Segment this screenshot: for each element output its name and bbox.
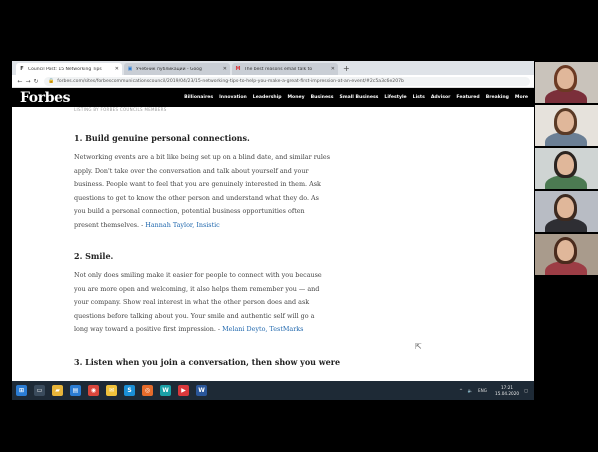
section-paragraph: Networking events are a bit like being s… (74, 151, 376, 233)
mouse-cursor-icon: ⇱ (415, 342, 422, 351)
author-link[interactable]: Hannah Taylor, Insistic (145, 221, 220, 229)
forward-arrow-icon[interactable]: → (24, 78, 32, 85)
nav-item-billionaires[interactable]: Billionaires (184, 95, 213, 100)
shared-screen: F Council Post: 15 Networking Tips ✕ ▣ У… (12, 61, 534, 400)
nav-item-small-business[interactable]: Small Business (340, 95, 379, 100)
close-icon[interactable]: ✕ (115, 66, 119, 72)
tab-gmail[interactable]: M The best reasons email talk to ✕ (232, 63, 338, 75)
participant-face (557, 111, 574, 132)
word-icon[interactable]: W (196, 385, 207, 396)
mail-icon[interactable]: ✉ (106, 385, 117, 396)
nav-item-leadership[interactable]: Leadership (253, 95, 282, 100)
clock-date: 15.04.2020 (495, 390, 520, 396)
paragraph-line: Not only does smiling make it easier for… (74, 271, 322, 279)
paragraph-line: present themselves. - Hannah Taylor, Ins… (74, 219, 376, 233)
nav-item-featured[interactable]: Featured (456, 95, 479, 100)
address-bar: ← → ↻ 🔒 forbes.com/sites/forbescommunica… (12, 75, 534, 88)
paragraph-line: you build a personal connection, potenti… (74, 207, 305, 216)
participant-video-tile[interactable] (535, 62, 598, 103)
gmail-favicon-icon: M (235, 66, 241, 72)
forbes-nav: Billionaires Innovation Leadership Money… (178, 95, 534, 100)
lock-icon: 🔒 (48, 78, 55, 84)
nav-item-business[interactable]: Business (311, 95, 334, 100)
video-participants (535, 62, 598, 277)
task-view-icon[interactable]: ▭ (34, 385, 45, 396)
skype-icon[interactable]: S (124, 385, 135, 396)
section-heading: 2. Smile. (74, 251, 114, 261)
nav-item-advisor[interactable]: Advisor (431, 95, 451, 100)
author-link[interactable]: Melani Deyto, TestMarks (222, 325, 303, 333)
taskbar-icons: ⊞ ▭ ▰ ▤ ◉ ✉ S ◎ W ▶ W (16, 385, 214, 396)
section-heading: 1. Build genuine personal connections. (74, 133, 250, 143)
paragraph-line: your company. Show real interest in what… (74, 298, 310, 307)
firefox-icon[interactable]: ◎ (142, 385, 153, 396)
tray-arrow-icon[interactable]: ^ (459, 388, 463, 393)
image-caption: LISTING BY FORBES COUNCILS MEMBERS (74, 107, 167, 112)
app-tile-icon[interactable]: W (160, 385, 171, 396)
media-icon[interactable]: ▶ (178, 385, 189, 396)
participant-video-tile[interactable] (535, 148, 598, 189)
nav-item-lists[interactable]: Lists (413, 95, 425, 100)
tab-google-doc[interactable]: ▣ Учебник публикации - Goog ✕ (124, 63, 230, 75)
paragraph-text: present themselves. - (74, 220, 146, 229)
paragraph-line: Networking events are a bit like being s… (74, 153, 330, 161)
windows-taskbar: ⊞ ▭ ▰ ▤ ◉ ✉ S ◎ W ▶ W ^ 🔈 ENG 17:21 15.04.2020 ▢ (12, 381, 534, 400)
notification-icon[interactable]: ▢ (524, 388, 528, 393)
close-icon[interactable]: ✕ (331, 66, 335, 72)
participant-face (557, 68, 574, 89)
paragraph-line: questions before talking about you. Your… (74, 311, 315, 320)
paragraph-line: business. People want to feel that you a… (74, 180, 321, 189)
speaker-icon[interactable]: 🔈 (468, 388, 473, 394)
article-body: LISTING BY FORBES COUNCILS MEMBERS 1. Bu… (12, 107, 534, 381)
system-tray: ^ 🔈 ENG 17:21 15.04.2020 ▢ (454, 385, 534, 396)
nav-item-breaking[interactable]: Breaking (486, 95, 509, 100)
nav-item-innovation[interactable]: Innovation (219, 95, 247, 100)
tab-title: Council Post: 15 Networking Tips (28, 66, 102, 72)
participant-face (557, 154, 574, 175)
back-arrow-icon[interactable]: ← (16, 78, 24, 85)
url-input[interactable]: 🔒 forbes.com/sites/forbescommunicationsc… (44, 76, 530, 86)
tab-forbes-article[interactable]: F Council Post: 15 Networking Tips ✕ (16, 63, 122, 75)
browser-tab-bar: F Council Post: 15 Networking Tips ✕ ▣ У… (12, 61, 534, 75)
clock[interactable]: 17:21 15.04.2020 (495, 385, 519, 396)
section-heading: 3. Listen when you join a conversation, … (74, 357, 341, 367)
nav-item-more[interactable]: More (515, 95, 528, 100)
paragraph-line: questions to get to know the other perso… (74, 193, 319, 202)
chrome-icon[interactable]: ◉ (88, 385, 99, 396)
nav-item-lifestyle[interactable]: Lifestyle (384, 95, 406, 100)
url-text: forbes.com/sites/forbescommunicationscou… (57, 78, 404, 84)
participant-face (557, 240, 574, 261)
reload-icon[interactable]: ↻ (32, 78, 40, 85)
paragraph-line: long way toward a positive first impress… (74, 323, 376, 337)
windows-start-icon[interactable]: ⊞ (16, 385, 27, 396)
tab-title: The best reasons email talk to (244, 66, 313, 72)
section-paragraph: Not only does smiling make it easier for… (74, 269, 376, 337)
participant-video-tile[interactable] (535, 234, 598, 275)
paragraph-line: you are more open and welcoming, it also… (74, 284, 320, 293)
tab-title: Учебник публикации - Goog (136, 66, 202, 72)
new-tab-button[interactable]: + (343, 63, 350, 75)
forbes-favicon-icon: F (20, 66, 24, 72)
store-icon[interactable]: ▤ (70, 385, 81, 396)
nav-item-money[interactable]: Money (287, 95, 304, 100)
participant-video-tile[interactable] (535, 105, 598, 146)
participant-video-tile[interactable] (535, 191, 598, 232)
file-explorer-icon[interactable]: ▰ (52, 385, 63, 396)
paragraph-text: long way toward a positive first impress… (74, 325, 223, 334)
forbes-logo[interactable]: Forbes (20, 90, 70, 106)
language-indicator[interactable]: ENG (478, 388, 487, 393)
close-icon[interactable]: ✕ (223, 66, 227, 72)
forbes-header: Forbes Billionaires Innovation Leadershi… (12, 88, 534, 107)
paragraph-line: apply. Don't take over the conversation … (74, 166, 309, 175)
docs-favicon-icon: ▣ (127, 66, 133, 72)
participant-face (557, 197, 574, 218)
